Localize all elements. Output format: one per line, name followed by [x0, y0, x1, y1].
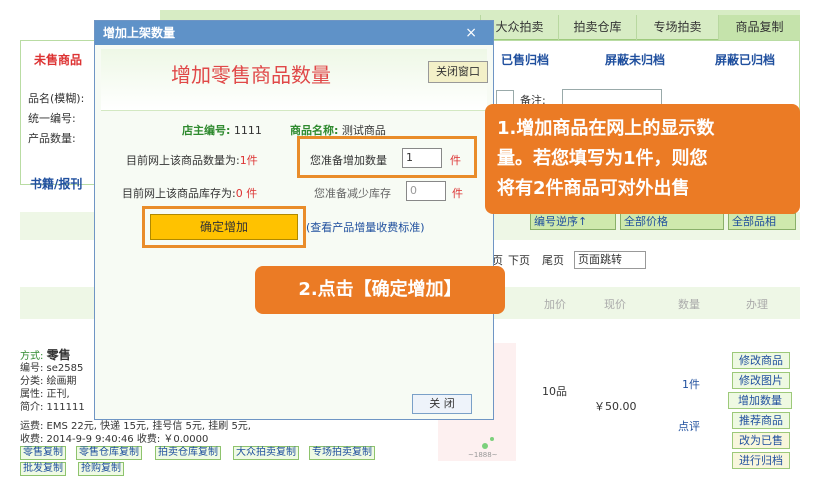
fee-standard-link[interactable]: (查看产品增量收费标准) [306, 219, 425, 235]
reduce-stock-unit: 件 [452, 187, 463, 200]
copy-mass-auction-button[interactable]: 大众拍卖复制 [233, 446, 299, 460]
col-price: 现价 [604, 298, 626, 311]
callout-step-2: 2.点击【确定增加】 [255, 266, 505, 314]
current-qty: 目前网上该商品数量为:1件 [126, 154, 258, 167]
sort-select-order[interactable]: 编号逆序↑ [530, 213, 616, 230]
label-name: 品名(模糊): [28, 92, 85, 105]
copy-retail-warehouse-button[interactable]: 零售仓库复制 [76, 446, 142, 460]
sort-select-price[interactable]: 全部价格 [620, 213, 724, 230]
copy-wholesale-button[interactable]: 批发复制 [20, 462, 66, 476]
copy-special-auction-button[interactable]: 专场拍卖复制 [309, 446, 375, 460]
product-grade: 10品 [542, 385, 567, 398]
increase-qty-button[interactable]: 增加数量 [728, 392, 792, 409]
col-actions: 办理 [746, 298, 768, 311]
copy-flash-sale-button[interactable]: 抢购复制 [78, 462, 124, 476]
pager-last[interactable]: 尾页 [542, 252, 564, 268]
product-qty: 1件 [682, 378, 700, 391]
edit-image-button[interactable]: 修改图片 [732, 372, 790, 389]
thumb-dot-icon [490, 437, 494, 441]
tab-product-copy[interactable]: 商品复制 [718, 15, 800, 40]
mark-sold-button[interactable]: 改为已售 [732, 432, 790, 449]
add-qty-unit: 件 [450, 154, 461, 167]
add-qty-label: 您准备增加数量 [310, 154, 387, 167]
sort-select-grade[interactable]: 全部品相 [728, 213, 796, 230]
archive-button[interactable]: 进行归档 [732, 452, 790, 469]
callout-1-line: 将有2件商品可对外出售 [497, 178, 690, 199]
dialog-close-button[interactable]: 关 闭 [412, 394, 472, 414]
col-quantity: 数量 [678, 298, 700, 311]
confirm-increase-button[interactable]: 确定增加 [150, 214, 298, 240]
current-stock: 目前网上该商品库存为:0 件 [122, 187, 258, 200]
close-icon[interactable]: × [465, 25, 477, 41]
edit-product-button[interactable]: 修改商品 [732, 352, 790, 369]
recommend-button[interactable]: 推荐商品 [732, 412, 790, 429]
tab-special-auction[interactable]: 专场拍卖 [636, 15, 718, 40]
copy-retail-button[interactable]: 零售复制 [20, 446, 66, 460]
dialog-heading: 增加零售商品数量 [171, 63, 331, 87]
product-price: ￥50.00 [594, 400, 637, 413]
thumb-dot-icon [482, 443, 488, 449]
book-category-link[interactable]: 书籍/报刊 [30, 175, 82, 192]
product-review-link[interactable]: 点评 [678, 418, 700, 434]
col-markup: 加价 [544, 298, 566, 311]
callout-1-line: 1.增加商品在网上的显示数 [497, 118, 715, 139]
reduce-stock-label: 您准备减少库存 [314, 187, 391, 200]
page-jump-select[interactable]: 页面跳转 [574, 251, 646, 269]
shop-number: 店主编号: 1111 [182, 124, 262, 137]
product-received: 收费: 2014-9-9 9:40:46 收费: ￥0.0000 [20, 434, 209, 445]
pager-next[interactable]: 下页 [508, 252, 530, 268]
dialog-title: 增加上架数量 [95, 21, 493, 45]
tab-hidden-unarchived[interactable]: 屏蔽未归档 [580, 42, 690, 78]
callout-step-1: 1.增加商品在网上的显示数 量。若您填写为1件，则您 将有2件商品可对外出售 [485, 104, 800, 214]
label-qty: 产品数量: [28, 132, 76, 145]
copy-auction-warehouse-button[interactable]: 拍卖仓库复制 [155, 446, 221, 460]
tab-hidden-archived[interactable]: 屏蔽已归档 [690, 42, 800, 78]
callout-1-line: 量。若您填写为1件，则您 [497, 148, 708, 169]
thumb-caption: ~1888~ [468, 451, 498, 459]
label-code: 统一编号: [28, 112, 76, 125]
close-window-button[interactable]: 关闭窗口 [428, 61, 488, 83]
product-intro: 简介: 111111 [20, 402, 85, 413]
add-qty-input[interactable]: 1 [402, 148, 442, 168]
page-root: 大众拍卖 拍卖仓库 专场拍卖 商品复制 未售商品 已售归档 屏蔽未归档 屏蔽已归… [0, 0, 830, 487]
reduce-stock-input[interactable]: 0 [406, 181, 446, 201]
tab-auction-warehouse[interactable]: 拍卖仓库 [558, 15, 636, 40]
